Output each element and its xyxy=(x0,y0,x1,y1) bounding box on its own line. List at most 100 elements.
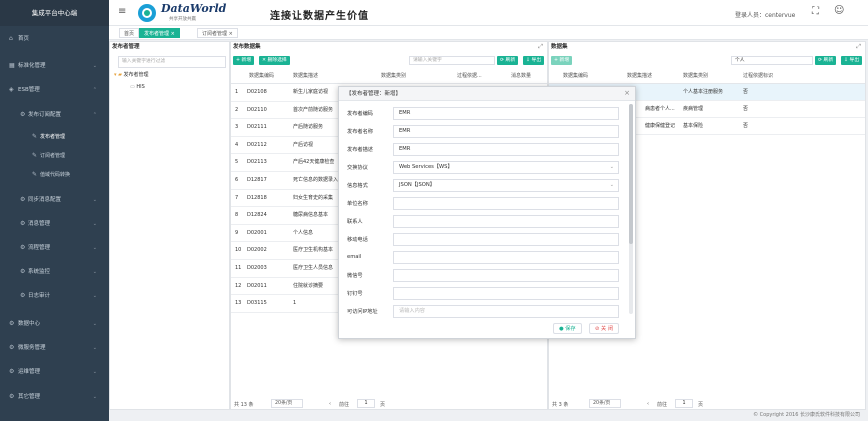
gear-icon: ⚙ xyxy=(9,368,15,375)
field-input[interactable] xyxy=(393,251,619,264)
field-label: 发布者编码 xyxy=(347,111,373,117)
tab-publisher[interactable]: 发布者管理 × xyxy=(139,28,180,38)
dialog-close-icon[interactable]: × xyxy=(624,89,630,97)
right-search-input[interactable]: 个人 xyxy=(731,56,813,65)
file-icon: ▭ xyxy=(130,84,135,90)
field-input[interactable]: JSON【JSON】 ⌄ xyxy=(393,179,619,192)
row-number: 3 xyxy=(235,124,239,131)
refresh-button[interactable]: ⟳ 刷新 xyxy=(497,56,519,65)
sidebar-item-label: 消息管理 xyxy=(28,221,51,227)
right-page-size-select[interactable]: 20条/页 xyxy=(589,399,621,408)
chevron-icon: ⌄ xyxy=(92,293,97,299)
sidebar-item-15[interactable]: ⚙ 其它管理 ⌄ xyxy=(0,387,109,407)
right-panel-title: 数据集 xyxy=(551,44,568,50)
esb-icon: ◈ xyxy=(9,86,14,93)
sidebar-item-9[interactable]: ⚙ 流程管理 ⌄ xyxy=(0,238,109,258)
row-desc: 首次产前随访服务 xyxy=(293,106,334,113)
field-input[interactable] xyxy=(393,233,619,246)
tab-bar: 首页 发布者管理 × 订阅者管理 × xyxy=(109,26,868,40)
sidebar-item-label: 系统监控 xyxy=(28,269,51,275)
add-button[interactable]: + 新增 xyxy=(233,56,255,65)
sidebar-item-12[interactable]: ⚙ 数据中心 ⌄ xyxy=(0,314,109,334)
user-icon[interactable]: ☺ xyxy=(834,5,844,16)
gear-icon: ⚙ xyxy=(20,196,26,203)
publisher-tree-panel: 发布者管理 输入关键字进行过滤 ▾ ▰ 发布者管理 ▭ HIS xyxy=(109,41,230,410)
wrench-icon: ✎ xyxy=(32,152,38,159)
sidebar-item-14[interactable]: ⚙ 运维管理 ⌄ xyxy=(0,362,109,382)
col-flag: 过程依据标识 xyxy=(743,73,774,79)
row-code: D02011 xyxy=(247,282,267,289)
field-label: 移动电话 xyxy=(347,237,368,243)
chevron-icon: ⌄ xyxy=(92,63,97,69)
sidebar-item-3[interactable]: ⚙ 发布订阅配置 ⌃ xyxy=(0,105,109,125)
save-button[interactable]: ● 保存 xyxy=(553,323,582,334)
copyright: © Copyright 2016 长沙康氏软件科技有限公司 xyxy=(109,410,868,421)
field-label: 钉钉号 xyxy=(347,291,363,297)
mid-table-header: 数据集编码 数据集描述 数据集类别 过程依据... 消息数量 xyxy=(231,68,547,84)
sidebar-item-10[interactable]: ⚙ 系统监控 ⌄ xyxy=(0,262,109,282)
sidebar-item-7[interactable]: ⚙ 同步消息配置 ⌄ xyxy=(0,190,109,210)
mid-page-size-select[interactable]: 20条/页 xyxy=(271,399,303,408)
sidebar-item-8[interactable]: ⚙ 消息管理 ⌄ xyxy=(0,214,109,234)
mid-page-input[interactable]: 1 xyxy=(357,399,375,408)
mid-search-input[interactable]: 请输入关键字 xyxy=(409,56,495,65)
row-code: D02111 xyxy=(247,124,267,131)
mid-prev-icon[interactable]: ‹ xyxy=(329,401,331,407)
sidebar-item-label: 其它管理 xyxy=(18,394,41,400)
right-export-button[interactable]: ⇩ 导出 xyxy=(841,56,863,65)
tree-search-input[interactable]: 输入关键字进行过滤 xyxy=(118,56,226,68)
chevron-icon: ⌄ xyxy=(92,269,97,275)
field-input[interactable] xyxy=(393,287,619,300)
chevron-icon: ⌃ xyxy=(92,87,97,93)
sidebar-item-11[interactable]: ⚙ 日志审计 ⌄ xyxy=(0,286,109,306)
row-desc: 产后访视 xyxy=(293,141,314,148)
sidebar-item-13[interactable]: ⚙ 微服务管理 ⌄ xyxy=(0,338,109,358)
field-input[interactable]: EMR xyxy=(393,107,619,120)
field-input[interactable]: EMR xyxy=(393,125,619,138)
close-button[interactable]: ⊘ 关 闭 xyxy=(589,323,620,334)
tab-home[interactable]: 首页 xyxy=(119,28,140,38)
sidebar-item-2[interactable]: ◈ ESB管理 ⌃ xyxy=(0,80,109,100)
export-button[interactable]: ⇩ 导出 xyxy=(523,56,545,65)
field-value: Web Services【WS】 xyxy=(399,164,453,170)
right-prev-icon[interactable]: ‹ xyxy=(647,401,649,407)
sidebar-item-label: 流程管理 xyxy=(28,245,51,251)
field-input[interactable] xyxy=(393,215,619,228)
chevron-icon: ⌄ xyxy=(92,369,97,375)
expand-icon[interactable]: ⤢ xyxy=(538,43,543,51)
right-add-button[interactable]: + 新增 xyxy=(551,56,573,65)
row-code: D12817 xyxy=(247,177,267,183)
field-input[interactable]: Web Services【WS】 ⌄ xyxy=(393,161,619,174)
gear-icon: ⚙ xyxy=(20,244,26,251)
field-input[interactable] xyxy=(393,269,619,282)
tree-root[interactable]: ▾ ▰ 发布者管理 xyxy=(114,71,149,78)
row-desc: 产后42天健康检查 xyxy=(293,159,335,166)
field-label: 可访问IP地址 xyxy=(347,309,378,315)
sidebar-item-5[interactable]: ✎ 订阅者管理 xyxy=(0,147,109,165)
row-code: D02108 xyxy=(247,89,267,95)
right-goto-label: 前往 xyxy=(657,402,668,408)
sidebar-item-0[interactable]: ⌂ 首页 xyxy=(0,29,109,49)
sidebar-item-label: 订阅者管理 xyxy=(40,153,66,159)
menu-toggle-icon[interactable]: ≡ xyxy=(118,6,126,17)
tab-subscriber[interactable]: 订阅者管理 × xyxy=(197,28,238,38)
tree-child-his[interactable]: ▭ HIS xyxy=(130,84,145,90)
field-input[interactable] xyxy=(393,197,619,210)
row-number: 5 xyxy=(235,159,239,166)
right-expand-icon[interactable]: ⤢ xyxy=(856,43,861,51)
col-code: 数据集编码 xyxy=(563,73,589,79)
fullscreen-icon[interactable]: ⛶ xyxy=(812,6,819,17)
sidebar-item-label: ESB管理 xyxy=(18,87,40,93)
chevron-icon: ⌄ xyxy=(92,197,97,203)
sidebar-item-4[interactable]: ✎ 发布者管理 xyxy=(0,128,109,146)
sidebar-item-6[interactable]: ✎ 值域代码转换 xyxy=(0,166,109,184)
dialog-scrollbar[interactable] xyxy=(629,104,633,314)
delete-selected-button[interactable]: ✕ 删除选择 xyxy=(259,56,290,65)
right-refresh-button[interactable]: ⟳ 刷新 xyxy=(815,56,837,65)
sidebar-item-label: 运维管理 xyxy=(18,369,41,375)
sidebar-item-1[interactable]: ▦ 标准化管理 ⌄ xyxy=(0,56,109,76)
field-input[interactable]: 请输入内容 xyxy=(393,305,619,318)
field-input[interactable]: EMR xyxy=(393,143,619,156)
sidebar-item-label: 发布订阅配置 xyxy=(28,112,62,118)
right-page-input[interactable]: 1 xyxy=(675,399,693,408)
